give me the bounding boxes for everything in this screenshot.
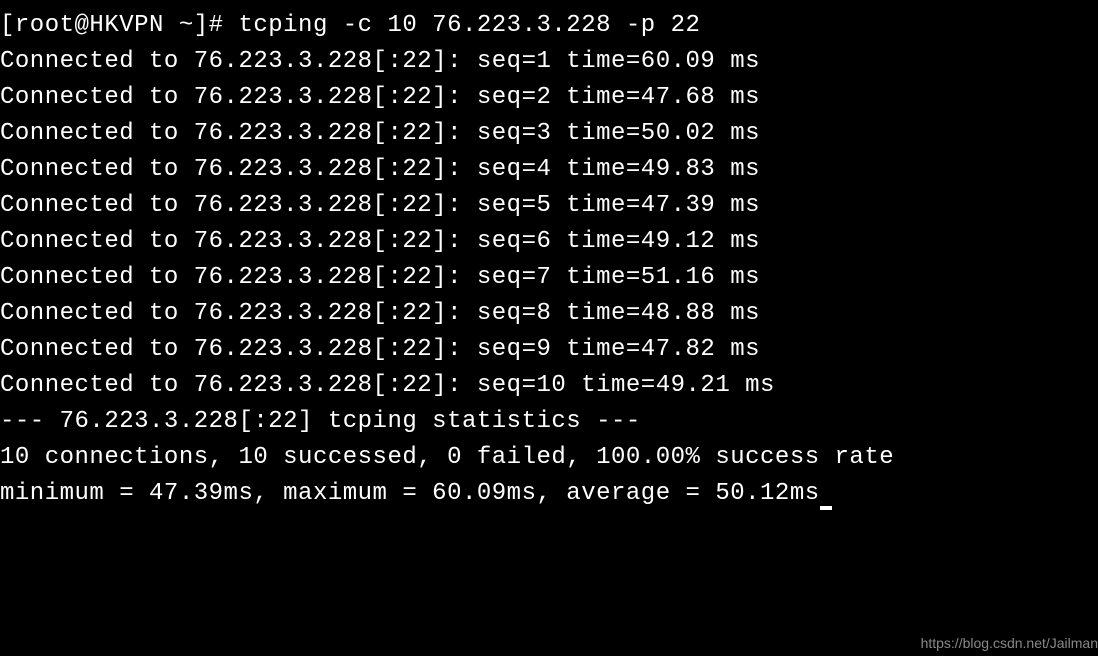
- connection-output-line: Connected to 76.223.3.228[:22]: seq=4 ti…: [0, 152, 1098, 188]
- connection-output-line: Connected to 76.223.3.228[:22]: seq=3 ti…: [0, 116, 1098, 152]
- command-prompt-line[interactable]: [root@HKVPN ~]# tcping -c 10 76.223.3.22…: [0, 8, 1098, 44]
- stats-timing-line: minimum = 47.39ms, maximum = 60.09ms, av…: [0, 476, 1098, 512]
- stats-summary-line: 10 connections, 10 successed, 0 failed, …: [0, 440, 1098, 476]
- connection-output-line: Connected to 76.223.3.228[:22]: seq=5 ti…: [0, 188, 1098, 224]
- watermark-text: https://blog.csdn.net/Jailman: [921, 633, 1098, 654]
- connection-output-line: Connected to 76.223.3.228[:22]: seq=2 ti…: [0, 80, 1098, 116]
- connection-output-line: Connected to 76.223.3.228[:22]: seq=9 ti…: [0, 332, 1098, 368]
- connection-output-line: Connected to 76.223.3.228[:22]: seq=6 ti…: [0, 224, 1098, 260]
- connection-output-line: Connected to 76.223.3.228[:22]: seq=1 ti…: [0, 44, 1098, 80]
- connection-output-line: Connected to 76.223.3.228[:22]: seq=10 t…: [0, 368, 1098, 404]
- terminal-cursor: [820, 506, 832, 510]
- stats-header-line: --- 76.223.3.228[:22] tcping statistics …: [0, 404, 1098, 440]
- connection-output-line: Connected to 76.223.3.228[:22]: seq=8 ti…: [0, 296, 1098, 332]
- connection-output-line: Connected to 76.223.3.228[:22]: seq=7 ti…: [0, 260, 1098, 296]
